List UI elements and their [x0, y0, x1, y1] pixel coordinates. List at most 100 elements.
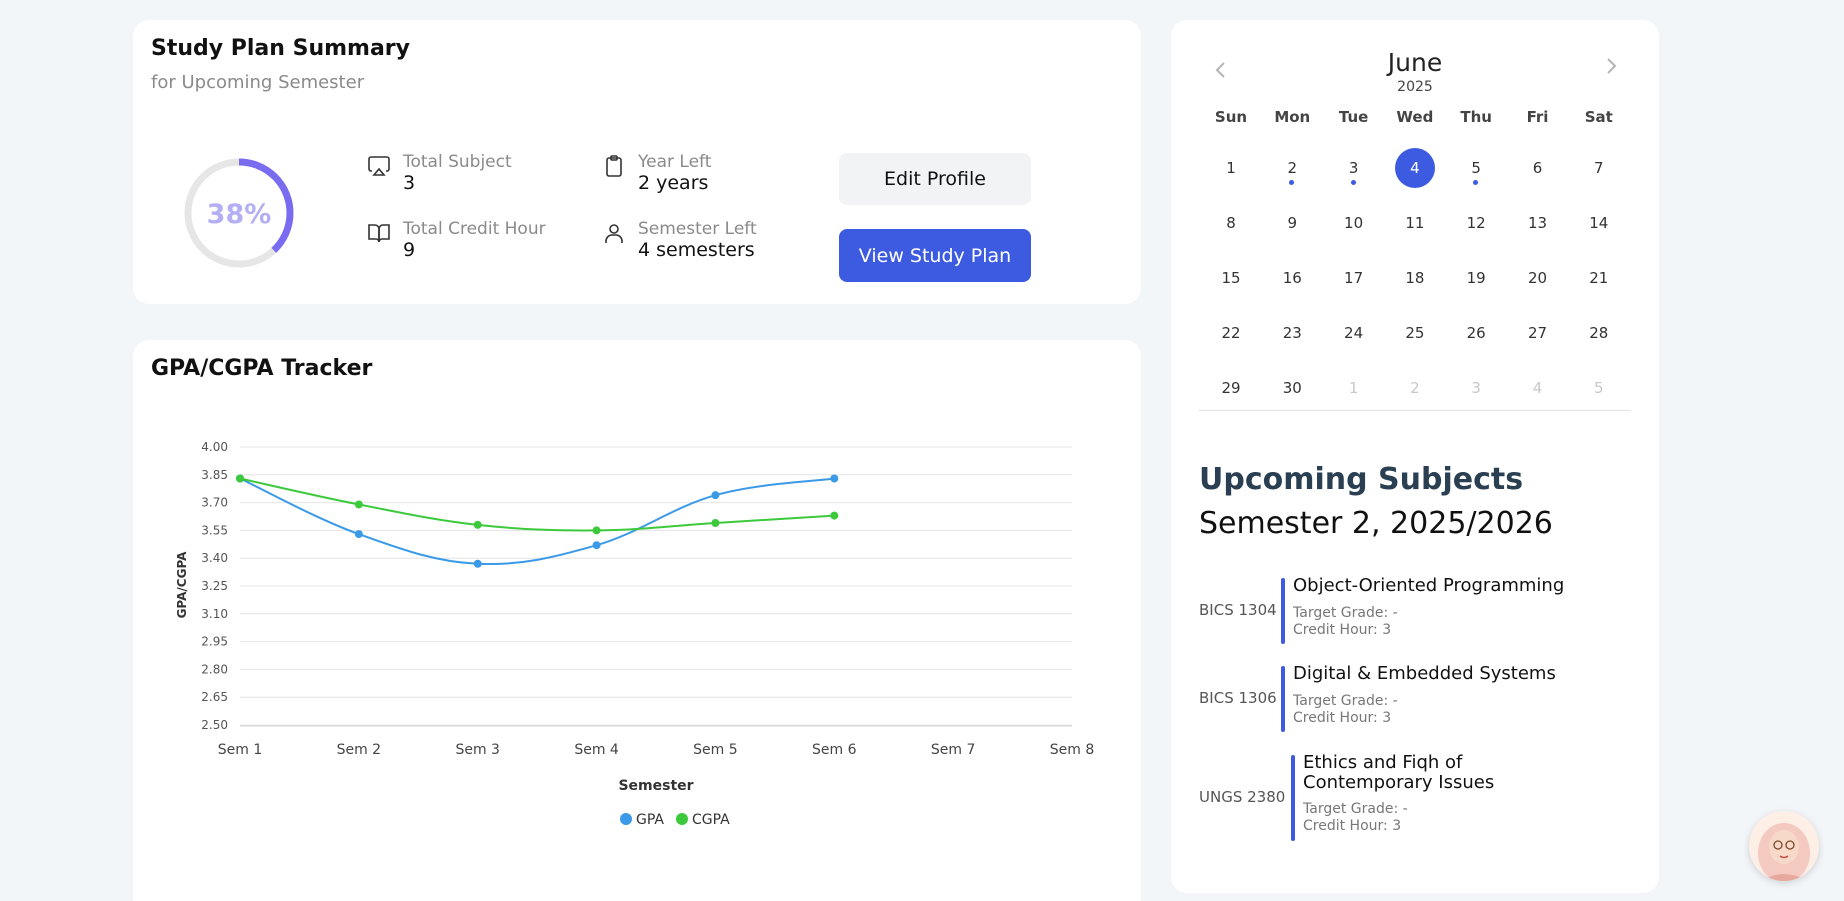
- calendar-day[interactable]: 12: [1456, 203, 1496, 243]
- calendar-day-number: 9: [1287, 214, 1298, 232]
- calendar-day[interactable]: 29: [1211, 368, 1251, 408]
- weekday-header: Wed: [1396, 108, 1434, 126]
- calendar-day[interactable]: 21: [1579, 258, 1619, 298]
- calendar-day[interactable]: 24: [1334, 313, 1374, 353]
- assistant-avatar[interactable]: [1749, 811, 1819, 881]
- calendar-day[interactable]: 6: [1518, 148, 1558, 188]
- calendar-day-number: 15: [1221, 269, 1241, 287]
- weekday-header: Sun: [1214, 108, 1248, 126]
- weekday-header: Thu: [1460, 108, 1492, 126]
- calendar-day[interactable]: 7: [1579, 148, 1619, 188]
- calendar-day-number: 18: [1405, 269, 1425, 287]
- data-point-cgpa: [592, 526, 601, 535]
- x-tick-label: Sem 1: [218, 742, 263, 758]
- y-tick-label: 3.10: [201, 607, 228, 621]
- edit-profile-button[interactable]: Edit Profile: [839, 153, 1031, 205]
- stat-value: 9: [403, 239, 416, 261]
- data-point-gpa: [354, 530, 363, 539]
- calendar-day[interactable]: 27: [1518, 313, 1558, 353]
- chevron-right-icon[interactable]: [1599, 54, 1623, 78]
- calendar-day[interactable]: 23: [1272, 313, 1312, 353]
- calendar-day[interactable]: 22: [1211, 313, 1251, 353]
- gpa-tracker-card: GPA/CGPA Tracker 4.00 3.85 3.70 3.55 3.40 3.2…: [133, 340, 1141, 901]
- weekday-header: Sat: [1584, 108, 1613, 126]
- legend-label: CGPA: [692, 812, 730, 828]
- event-dot: [1289, 180, 1295, 185]
- subject-code: UNGS 2380: [1199, 788, 1286, 806]
- clipboard-icon: [606, 155, 622, 177]
- calendar-day[interactable]: 1: [1211, 148, 1251, 188]
- calendar-day[interactable]: 3: [1456, 368, 1496, 408]
- calendar-day-number: 20: [1527, 269, 1548, 287]
- calendar-day-number: 1: [1226, 159, 1236, 177]
- calendar-day[interactable]: 4: [1518, 368, 1558, 408]
- calendar-day-today[interactable]: 4: [1394, 148, 1435, 188]
- subject-credit-hour: Credit Hour: 3: [1303, 818, 1402, 834]
- view-study-plan-button[interactable]: View Study Plan: [839, 229, 1031, 282]
- event-dot: [1350, 180, 1356, 185]
- calendar-day-number: 30: [1282, 379, 1302, 397]
- calendar-day[interactable]: 17: [1334, 258, 1374, 298]
- calendar-day[interactable]: 18: [1395, 258, 1435, 298]
- calendar-day[interactable]: 5: [1456, 148, 1496, 188]
- calendar-day[interactable]: 16: [1272, 258, 1312, 298]
- calendar-day-number: 8: [1226, 214, 1236, 232]
- calendar-day[interactable]: 10: [1334, 203, 1374, 243]
- calendar-day[interactable]: 14: [1579, 203, 1619, 243]
- y-tick-label: 2.80: [201, 662, 228, 676]
- progress-ring: 38%: [184, 158, 294, 268]
- calendar-day-number: 2: [1410, 379, 1420, 397]
- upcoming-semester: Semester 2, 2025/2026: [1199, 506, 1553, 541]
- y-tick-label: 2.95: [201, 635, 228, 649]
- subject-target-grade: Target Grade: -: [1303, 801, 1408, 817]
- calendar-day[interactable]: 9: [1272, 203, 1312, 243]
- book-open-icon: [368, 224, 390, 243]
- x-tick-label: Sem 5: [693, 742, 738, 758]
- data-point-gpa: [473, 559, 482, 568]
- airplay-icon: [368, 156, 390, 176]
- calendar-day-number: 26: [1466, 324, 1486, 342]
- stat-label: Total Credit Hour: [403, 219, 546, 239]
- data-point-cgpa: [830, 511, 839, 520]
- calendar-day[interactable]: 2: [1395, 368, 1435, 408]
- calendar-day[interactable]: 1: [1334, 368, 1374, 408]
- calendar-day[interactable]: 19: [1456, 258, 1496, 298]
- calendar-day-number: 23: [1282, 324, 1302, 342]
- stat-label: Semester Left: [638, 219, 757, 239]
- gpa-line-chart: 4.00 3.85 3.70 3.55 3.40 3.25 3.10 2.95 2.80 2.65…: [175, 440, 1095, 828]
- subject-name[interactable]: Object-Oriented Programming: [1293, 576, 1613, 596]
- subject-name[interactable]: Ethics and Fiqh of Contemporary Issues: [1303, 753, 1573, 793]
- calendar-day[interactable]: 28: [1579, 313, 1619, 353]
- calendar-day[interactable]: 2: [1272, 148, 1312, 188]
- calendar-year: 2025: [1397, 79, 1433, 95]
- calendar-day[interactable]: 20: [1518, 258, 1558, 298]
- subject-credit-hour: Credit Hour: 3: [1293, 710, 1392, 726]
- legend-marker-gpa: [620, 813, 632, 825]
- x-tick-label: Sem 8: [1050, 742, 1095, 758]
- calendar-day[interactable]: 5: [1579, 368, 1619, 408]
- subject-code: BICS 1306: [1199, 689, 1277, 707]
- calendar-day-number: 3: [1348, 159, 1359, 177]
- calendar-day[interactable]: 15: [1211, 258, 1251, 298]
- calendar-day[interactable]: 8: [1211, 203, 1251, 243]
- subject-target-grade: Target Grade: -: [1293, 693, 1398, 709]
- calendar-day[interactable]: 13: [1518, 203, 1558, 243]
- calendar-day[interactable]: 11: [1395, 203, 1435, 243]
- calendar-day-number: 28: [1589, 324, 1609, 342]
- x-tick-label: Sem 6: [812, 742, 857, 758]
- data-point-cgpa: [354, 500, 363, 509]
- calendar-day[interactable]: 3: [1334, 148, 1374, 188]
- calendar-day-number: 24: [1344, 324, 1364, 342]
- y-tick-label: 3.55: [201, 523, 228, 537]
- calendar-day-number: 17: [1344, 269, 1364, 287]
- calendar-day-number: 21: [1589, 269, 1609, 287]
- calendar-day[interactable]: 30: [1272, 368, 1312, 408]
- stat-value: 4 semesters: [638, 239, 755, 261]
- calendar-day-number: 4: [1410, 159, 1420, 177]
- subject-accent-bar: [1291, 755, 1295, 841]
- subject-name[interactable]: Digital & Embedded Systems: [1293, 664, 1613, 684]
- calendar-day[interactable]: 25: [1395, 313, 1435, 353]
- calendar-day[interactable]: 26: [1456, 313, 1496, 353]
- subject-accent-bar: [1281, 578, 1285, 644]
- side-panel: June 2025 Sun Mon Tue Wed Thu Fri Sat 1 2 3 4 5 6 7 8 9…: [1171, 20, 1659, 893]
